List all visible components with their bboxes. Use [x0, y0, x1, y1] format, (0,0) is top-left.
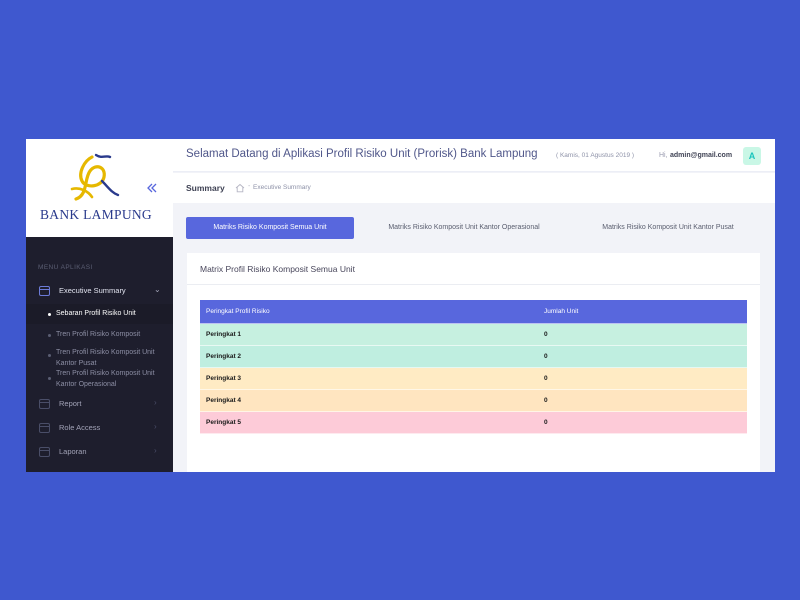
topbar: Selamat Datang di Aplikasi Profil Risiko… [173, 139, 775, 172]
table-cell-rank: Peringkat 4 [206, 397, 242, 404]
tab-kantor-pusat[interactable]: Matriks Risiko Komposit Unit Kantor Pusa… [586, 217, 750, 239]
sidebar-item-laporan[interactable]: Laporan › [26, 442, 173, 462]
risk-matrix-table: Peringkat Profil Risiko Jumlah Unit Peri… [200, 300, 747, 434]
chevron-right-icon: › [154, 398, 157, 407]
table-row: Peringkat 2 0 [200, 346, 747, 368]
chevron-down-icon: ⌄ [154, 285, 161, 294]
column-header-peringkat: Peringkat Profil Risiko [206, 308, 270, 315]
sidebar-item-label: Report [59, 399, 82, 408]
sidebar-subitem-label: Tren Profil Risiko Komposit [56, 331, 141, 338]
table-cell-count: 0 [544, 353, 548, 360]
breadcrumb-separator: - [248, 183, 251, 190]
calendar-icon [39, 447, 50, 457]
bullet-icon [48, 334, 51, 337]
sidebar-subitem-tren-komposit[interactable]: Tren Profil Risiko Komposit [26, 328, 173, 342]
chevron-right-icon: › [154, 422, 157, 431]
sidebar-subitem-label: Tren Profil Risiko Komposit Unit Kantor … [56, 370, 155, 388]
table-row: Peringkat 1 0 [200, 324, 747, 346]
bullet-icon [48, 354, 51, 357]
menu-section-label: MENU APLIKASI [38, 264, 93, 271]
page-title: Selamat Datang di Aplikasi Profil Risiko… [186, 148, 538, 160]
bullet-icon [48, 377, 51, 380]
breadcrumb-item-executive-summary[interactable]: Executive Summary [253, 184, 311, 191]
breadcrumb-title: Summary [186, 183, 225, 193]
sidebar-item-role-access[interactable]: Role Access › [26, 418, 173, 438]
home-icon[interactable] [235, 183, 245, 193]
bank-lampung-logo-icon [70, 153, 120, 201]
sidebar-subitem-label: Tren Profil Risiko Komposit Unit Kantor … [56, 349, 155, 367]
matrix-card: Matrix Profil Risiko Komposit Semua Unit… [187, 253, 760, 472]
table-cell-count: 0 [544, 397, 548, 404]
calendar-icon [39, 286, 50, 296]
greeting: Hi, [659, 152, 668, 159]
tab-semua-unit[interactable]: Matriks Risiko Komposit Semua Unit [186, 217, 354, 239]
table-row: Peringkat 3 0 [200, 368, 747, 390]
table-cell-count: 0 [544, 331, 548, 338]
user-email[interactable]: admin@gmail.com [670, 152, 732, 159]
sidebar-item-label: Executive Summary [59, 286, 126, 295]
bullet-icon [48, 313, 51, 316]
card-divider [187, 284, 760, 285]
table-cell-rank: Peringkat 2 [206, 353, 242, 360]
calendar-icon [39, 423, 50, 433]
table-cell-rank: Peringkat 5 [206, 419, 242, 426]
table-cell-count: 0 [544, 419, 548, 426]
card-title: Matrix Profil Risiko Komposit Semua Unit [200, 264, 355, 274]
brand-name: BANK LAMPUNG [40, 207, 152, 222]
sidebar-item-report[interactable]: Report › [26, 394, 173, 414]
table-cell-rank: Peringkat 1 [206, 331, 242, 338]
calendar-icon [39, 399, 50, 409]
chevron-right-icon: › [154, 446, 157, 455]
tab-kantor-operasional[interactable]: Matriks Risiko Komposit Unit Kantor Oper… [370, 217, 558, 239]
current-date: ( Kamis, 01 Agustus 2019 ) [556, 152, 635, 159]
app-window: BANK LAMPUNG MENU APLIKASI Executive Sum… [26, 139, 775, 472]
sidebar-subitem-label: Sebaran Profil Risiko Unit [56, 310, 136, 317]
column-header-jumlah: Jumlah Unit [544, 308, 579, 315]
sidebar-subitem-tren-kantor-pusat[interactable]: Tren Profil Risiko Komposit Unit Kantor … [26, 346, 173, 368]
sidebar-subitem-tren-kantor-operasional[interactable]: Tren Profil Risiko Komposit Unit Kantor … [26, 369, 173, 391]
avatar[interactable]: A [743, 147, 761, 165]
sidebar: MENU APLIKASI Executive Summary ⌄ Sebara… [26, 237, 173, 472]
table-header-row: Peringkat Profil Risiko Jumlah Unit [200, 300, 747, 324]
breadcrumb: Summary - Executive Summary [173, 173, 775, 203]
collapse-sidebar-icon[interactable] [146, 182, 158, 194]
table-cell-rank: Peringkat 3 [206, 375, 242, 382]
sidebar-item-label: Role Access [59, 423, 101, 432]
logo-area: BANK LAMPUNG [26, 139, 173, 237]
sidebar-item-label: Laporan [59, 447, 87, 456]
table-cell-count: 0 [544, 375, 548, 382]
table-row: Peringkat 5 0 [200, 412, 747, 434]
table-row: Peringkat 4 0 [200, 390, 747, 412]
sidebar-subitem-sebaran[interactable]: Sebaran Profil Risiko Unit [26, 304, 173, 324]
sidebar-item-executive-summary[interactable]: Executive Summary ⌄ [26, 281, 173, 301]
